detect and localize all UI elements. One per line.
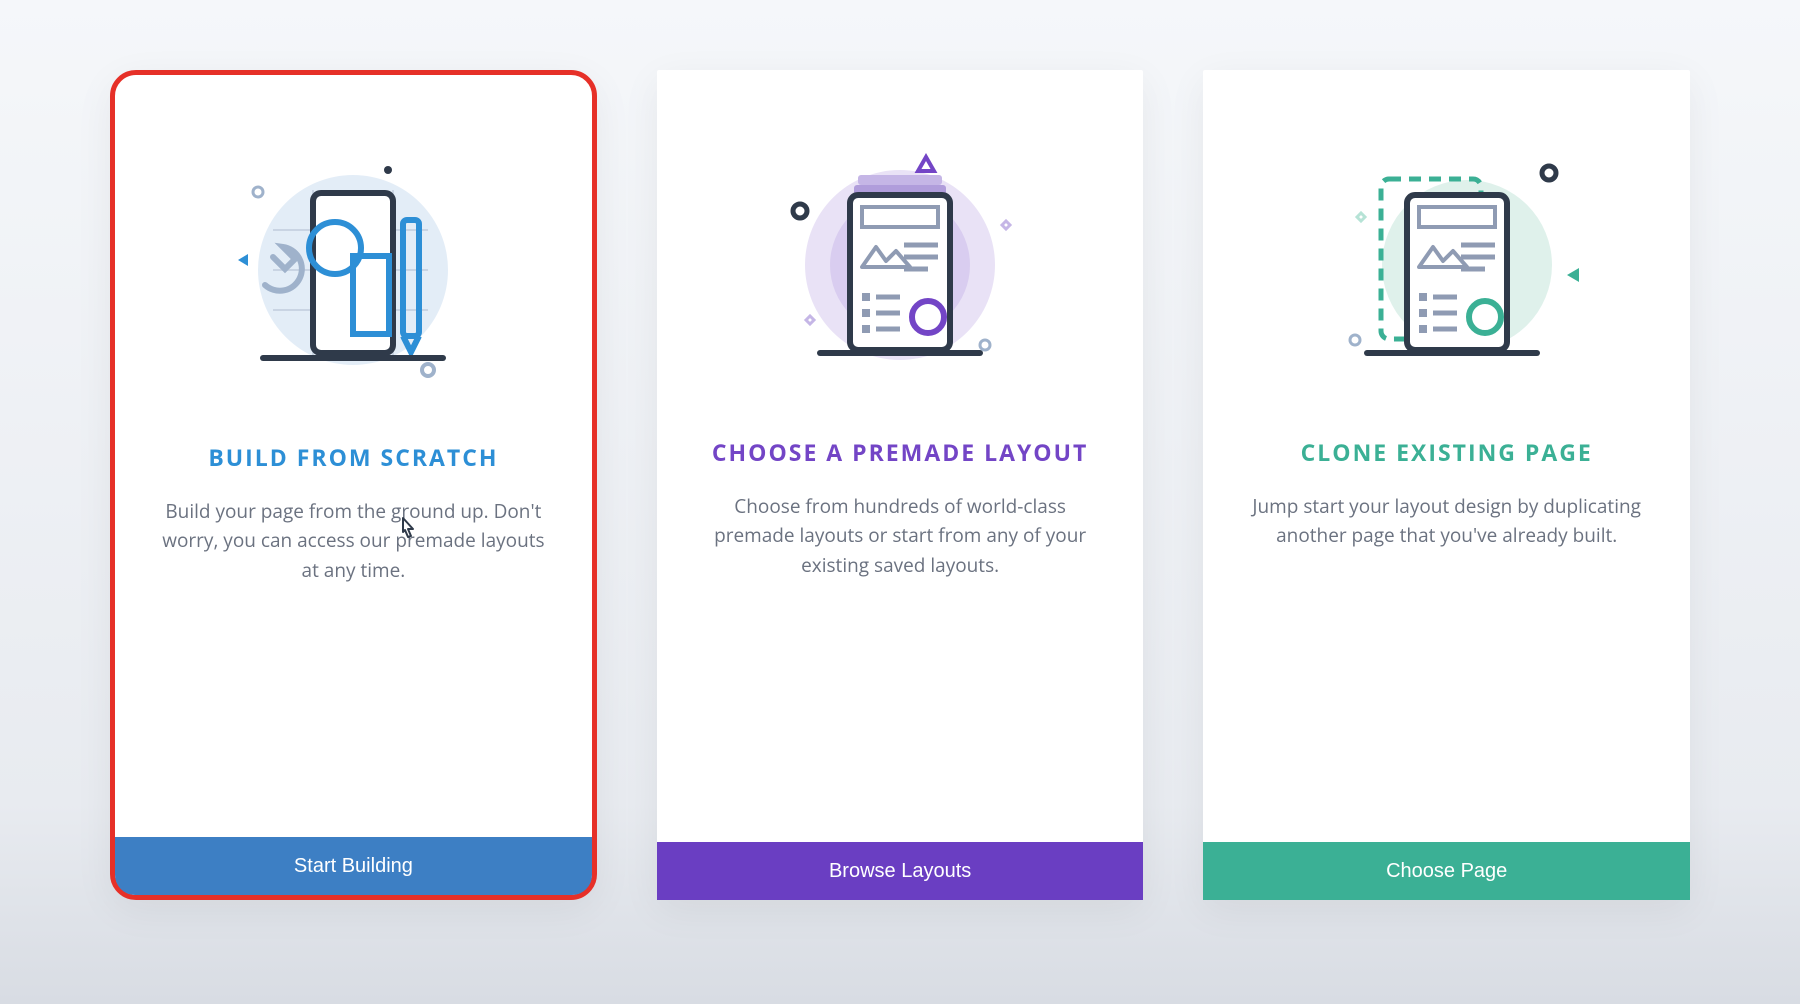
card-title: CHOOSE A PREMADE LAYOUT (712, 436, 1088, 468)
clone-existing-page-card[interactable]: CLONE EXISTING PAGE Jump start your layo… (1203, 70, 1690, 900)
scratch-illustration (115, 135, 592, 395)
clone-illustration (1203, 130, 1690, 390)
choose-premade-layout-card[interactable]: CHOOSE A PREMADE LAYOUT Choose from hund… (657, 70, 1144, 900)
card-options-row: BUILD FROM SCRATCH Build your page from … (0, 0, 1800, 900)
choose-page-button[interactable]: Choose Page (1203, 842, 1690, 900)
premade-illustration (657, 130, 1144, 390)
card-description: Build your page from the ground up. Don'… (115, 497, 592, 585)
browse-layouts-button[interactable]: Browse Layouts (657, 842, 1144, 900)
card-title: CLONE EXISTING PAGE (1301, 436, 1593, 468)
card-description: Jump start your layout design by duplica… (1203, 492, 1690, 551)
start-building-button[interactable]: Start Building (115, 837, 592, 895)
build-from-scratch-card[interactable]: BUILD FROM SCRATCH Build your page from … (110, 70, 597, 900)
card-description: Choose from hundreds of world-class prem… (657, 492, 1144, 580)
card-title: BUILD FROM SCRATCH (208, 441, 498, 473)
